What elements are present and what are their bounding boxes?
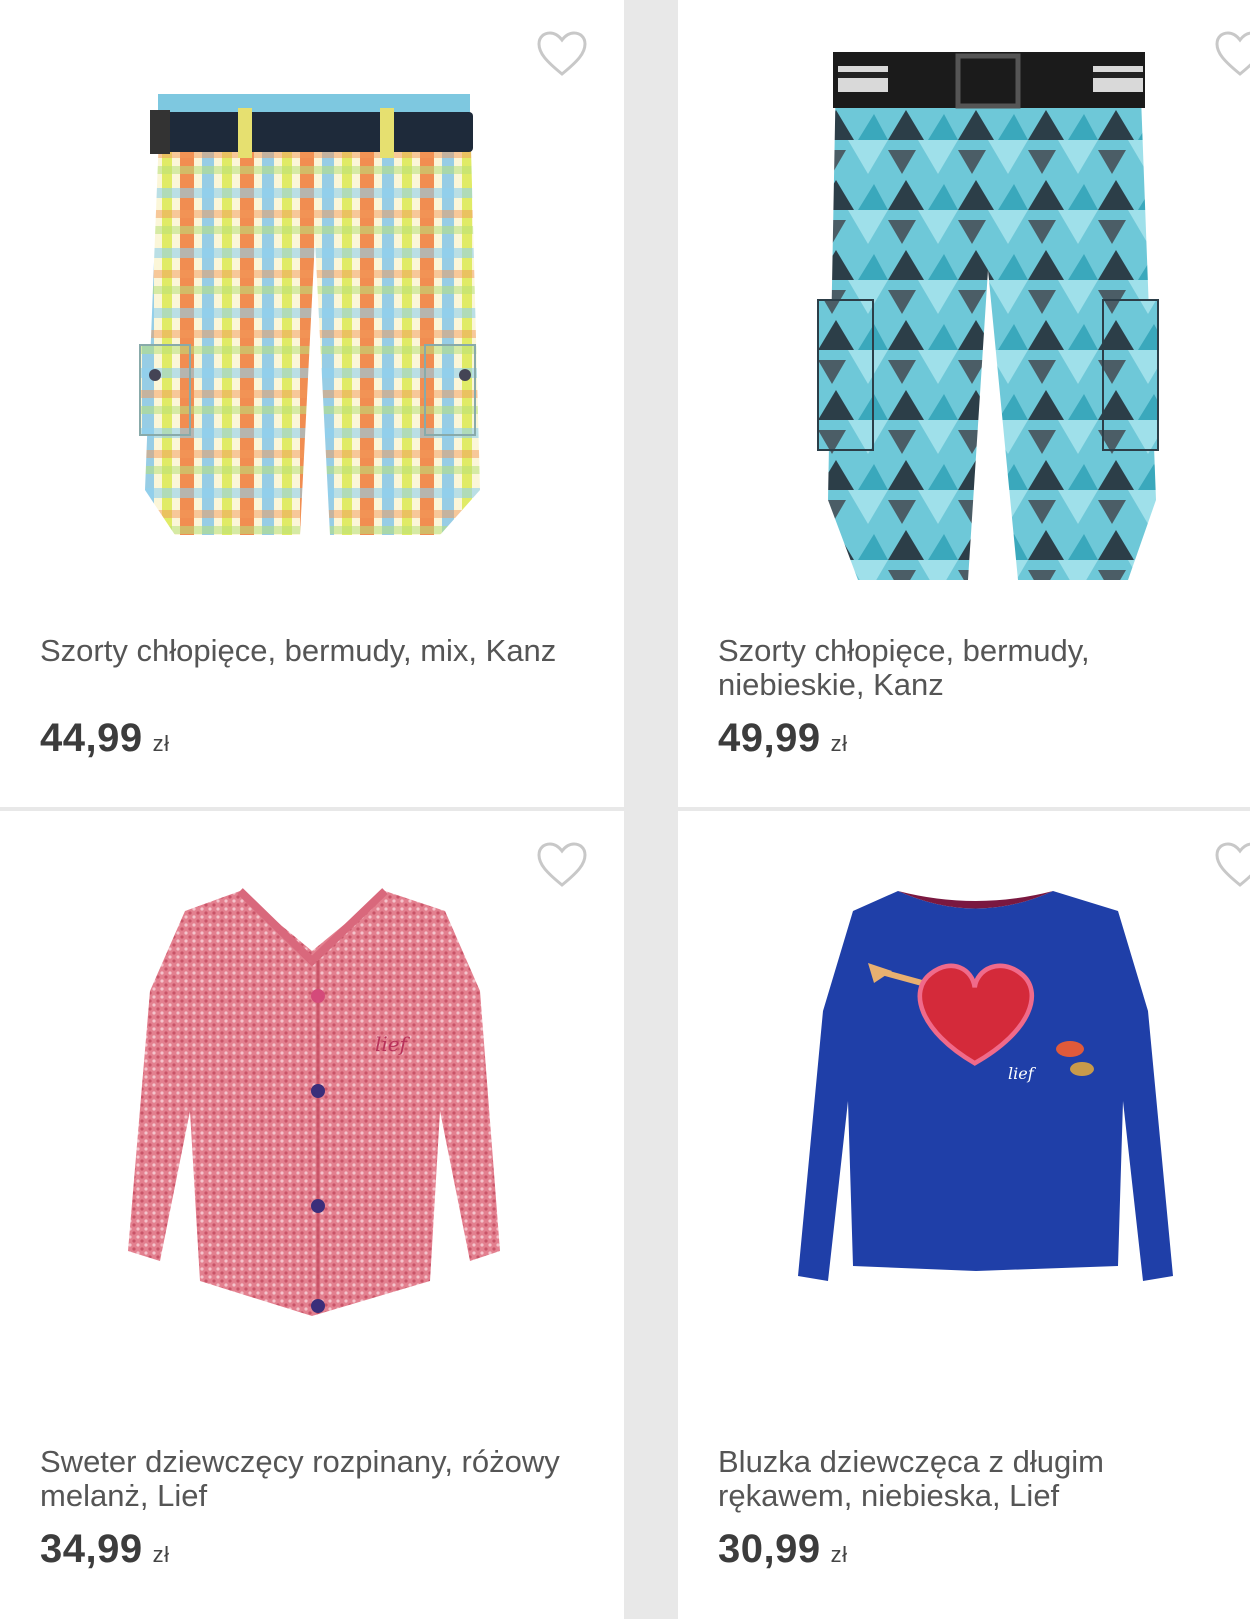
plaid-shorts-image: [139, 94, 480, 535]
product-price: 30,99 zł: [718, 1527, 848, 1572]
product-title[interactable]: Sweter dziewczęcy rozpinany, różowy mela…: [40, 1445, 560, 1513]
favorite-heart-icon[interactable]: [536, 841, 588, 889]
price-currency: zł: [830, 731, 848, 756]
price-currency: zł: [830, 1542, 848, 1567]
product-title[interactable]: Szorty chłopięce, bermudy, mix, Kanz: [40, 634, 560, 668]
product-card[interactable]: Szorty chłopięce, bermudy, mix, Kanz 44,…: [0, 0, 624, 807]
price-value: 49,99: [718, 716, 821, 760]
price-value: 44,99: [40, 716, 143, 760]
blue-shorts-image: [817, 52, 1159, 580]
product-price: 49,99 zł: [718, 716, 848, 761]
svg-text:lief: lief: [1008, 1064, 1037, 1083]
pink-sweater-image: lief: [128, 888, 500, 1316]
svg-text:lief: lief: [375, 1032, 411, 1056]
product-price: 44,99 zł: [40, 716, 170, 761]
blue-blouse-image: lief: [798, 891, 1173, 1281]
product-image[interactable]: [678, 0, 1250, 610]
favorite-heart-icon[interactable]: [536, 30, 588, 78]
product-card[interactable]: lief Bluzka dziewczęca z długim rękawem,…: [678, 811, 1250, 1619]
price-value: 34,99: [40, 1527, 143, 1571]
product-image[interactable]: lief: [678, 811, 1250, 1421]
product-image[interactable]: lief: [0, 811, 624, 1421]
product-card[interactable]: Szorty chłopięce, bermudy, niebieskie, K…: [678, 0, 1250, 807]
product-title[interactable]: Szorty chłopięce, bermudy, niebieskie, K…: [718, 634, 1238, 702]
product-price: 34,99 zł: [40, 1527, 170, 1572]
product-image[interactable]: [0, 0, 624, 610]
product-card[interactable]: lief Sweter dziewczęcy rozpinany, różowy…: [0, 811, 624, 1619]
price-currency: zł: [152, 731, 170, 756]
price-value: 30,99: [718, 1527, 821, 1571]
favorite-heart-icon[interactable]: [1214, 30, 1250, 78]
price-currency: zł: [152, 1542, 170, 1567]
favorite-heart-icon[interactable]: [1214, 841, 1250, 889]
product-title[interactable]: Bluzka dziewczęca z długim rękawem, nieb…: [718, 1445, 1238, 1513]
